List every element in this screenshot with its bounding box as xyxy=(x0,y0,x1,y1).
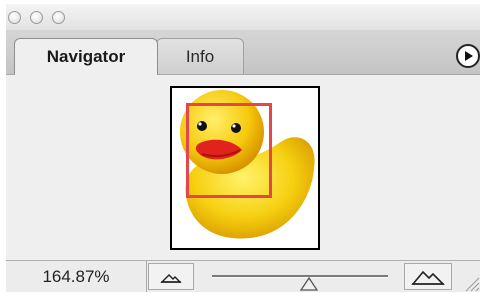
zoom-controls: 164.87% xyxy=(6,260,480,292)
navigator-palette: Navigator Info 164.87% xyxy=(6,4,480,292)
title-bar[interactable] xyxy=(6,4,480,30)
navigator-preview-area xyxy=(6,75,480,260)
document-thumbnail[interactable] xyxy=(170,86,320,250)
resize-grip-icon[interactable] xyxy=(462,274,480,292)
minimize-window-button[interactable] xyxy=(30,11,43,24)
close-window-button[interactable] xyxy=(8,11,21,24)
zoom-out-button[interactable] xyxy=(148,263,194,290)
zoom-slider-thumb[interactable] xyxy=(299,277,318,291)
tab-navigator[interactable]: Navigator xyxy=(14,38,158,75)
tab-info[interactable]: Info xyxy=(156,38,244,74)
zoom-in-button[interactable] xyxy=(404,263,452,290)
tab-bar: Navigator Info xyxy=(6,30,480,75)
large-mountain-icon xyxy=(411,270,445,285)
view-box-indicator[interactable] xyxy=(186,103,272,198)
palette-menu-button[interactable] xyxy=(456,44,480,68)
zoom-percentage-field[interactable]: 164.87% xyxy=(6,261,147,292)
right-arrow-icon xyxy=(465,51,473,61)
small-mountain-icon xyxy=(160,273,182,283)
zoom-window-button[interactable] xyxy=(52,11,65,24)
